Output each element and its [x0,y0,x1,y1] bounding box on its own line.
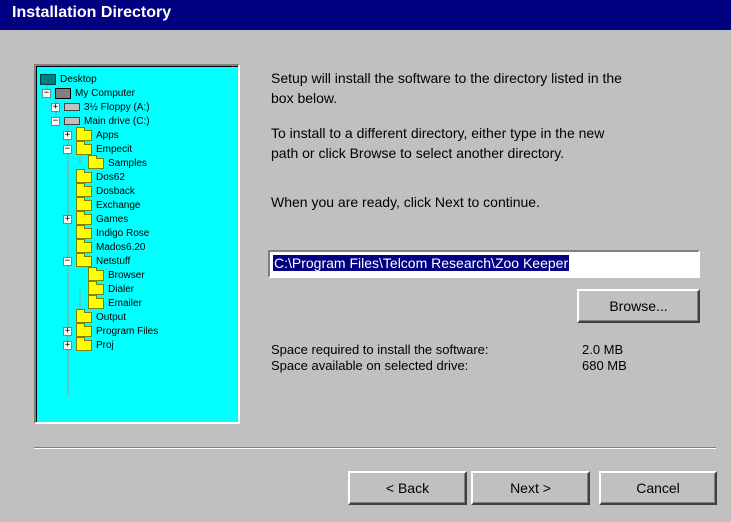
folder-icon [88,266,104,281]
install-path-value: C:\Program Files\Telcom Research\Zoo Kee… [273,255,570,271]
tree-item-label: Mados6.20 [96,241,146,253]
tree-item-main-drive[interactable]: − Main drive (C:) [51,114,150,128]
collapse-icon[interactable]: − [51,116,60,126]
folder-icon [76,308,92,323]
tree-item-label: Empecit [96,143,133,155]
folder-icon [76,168,92,183]
tree-item-label: Output [96,311,127,323]
folder-icon [76,322,92,337]
tree-item-games[interactable]: + Games [63,210,129,226]
browse-button[interactable]: Browse... [577,289,700,323]
instruction-text-3: When you are ready, click Next to contin… [271,194,540,210]
tree-item-label: 3½ Floppy (A:) [84,101,150,113]
expand-icon[interactable]: + [63,130,72,140]
tree-item-floppy[interactable]: + 3½ Floppy (A:) [51,100,150,114]
folder-icon [88,154,104,169]
collapse-icon[interactable]: − [63,144,72,154]
space-available-label: Space available on selected drive: [271,358,469,373]
tree-item-my-computer[interactable]: − My Computer [42,86,135,100]
instruction-text-2b: path or click Browse to select another d… [271,145,565,161]
tree-item-label: Netstuff [96,255,131,267]
tree-item-samples[interactable]: Samples [88,154,147,170]
directory-tree[interactable]: Desktop − My Computer + 3½ Floppy (A:) −… [34,64,240,424]
tree-item-label: Dosback [96,185,135,197]
tree-item-indigo-rose[interactable]: Indigo Rose [76,224,150,240]
expand-icon[interactable]: + [51,102,60,112]
folder-icon [76,182,92,197]
tree-item-apps[interactable]: + Apps [63,126,119,142]
separator [34,447,716,449]
expand-icon[interactable]: + [63,214,72,224]
tree-item-emailer[interactable]: Emailer [88,294,142,310]
tree-item-label: Apps [96,129,119,141]
folder-icon [76,336,92,351]
title-bar[interactable]: Installation Directory [0,0,731,30]
instruction-text-1b: box below. [271,90,338,106]
tree-item-label: Indigo Rose [96,227,150,239]
tree-item-exchange[interactable]: Exchange [76,196,141,212]
folder-icon [76,126,92,141]
tree-item-label: Dialer [108,283,135,295]
folder-icon [76,238,92,253]
collapse-icon[interactable]: − [42,88,51,98]
tree-item-label: Exchange [96,199,141,211]
instruction-text-1a: Setup will install the software to the d… [271,70,622,86]
floppy-drive-icon [64,103,80,111]
tree-item-label: Emailer [108,297,142,309]
cancel-button[interactable]: Cancel [599,471,717,505]
tree-item-mados620[interactable]: Mados6.20 [76,238,146,254]
install-path-input[interactable]: C:\Program Files\Telcom Research\Zoo Kee… [268,250,700,278]
next-button[interactable]: Next > [471,471,590,505]
folder-open-icon [76,140,92,155]
folder-icon [88,280,104,295]
tree-item-label: Games [96,213,129,225]
computer-icon [55,87,71,99]
folder-icon [88,294,104,309]
desktop-icon [40,73,56,85]
tree-item-label: Desktop [60,73,97,85]
folder-open-icon [76,252,92,267]
collapse-icon[interactable]: − [63,256,72,266]
folder-icon [76,224,92,239]
space-required-label: Space required to install the software: [271,342,489,357]
folder-icon [76,210,92,225]
tree-item-proj[interactable]: + Proj [63,336,114,352]
tree-item-label: Proj [96,339,114,351]
tree-item-label: Browser [108,269,145,281]
tree-item-label: Main drive (C:) [84,115,150,127]
hard-drive-icon [64,117,80,125]
instruction-text-2a: To install to a different directory, eit… [271,125,605,141]
tree-item-label: Samples [108,157,147,169]
tree-item-label: Dos62 [96,171,125,183]
expand-icon[interactable]: + [63,326,72,336]
space-required-value: 2.0 MB [582,342,624,357]
tree-item-empecit[interactable]: − Empecit [63,140,133,156]
space-available-value: 680 MB [582,358,627,373]
expand-icon[interactable]: + [63,340,72,350]
back-button[interactable]: < Back [348,471,467,505]
folder-icon [76,196,92,211]
tree-item-desktop[interactable]: Desktop [40,72,97,86]
tree-item-label: My Computer [75,87,136,99]
tree-item-label: Program Files [96,325,159,337]
window-title: Installation Directory [12,4,172,21]
